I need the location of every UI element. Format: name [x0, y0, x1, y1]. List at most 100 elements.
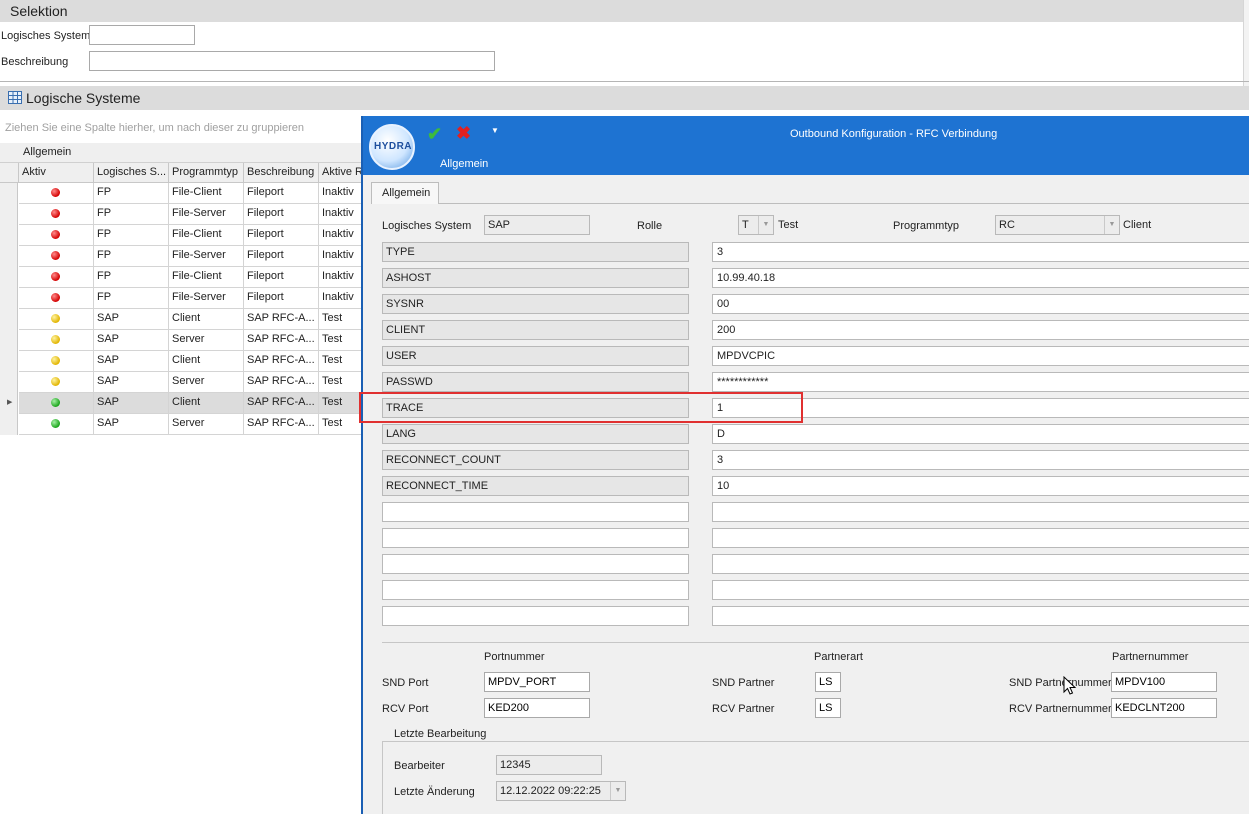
cell-logical-system[interactable]: SAP [94, 351, 169, 372]
tab-allgemein[interactable]: Allgemein [371, 182, 439, 204]
cell-status[interactable] [19, 414, 94, 435]
cell-logical-system[interactable]: FP [94, 183, 169, 204]
cell-active-role[interactable]: Inaktiv [319, 183, 362, 204]
param-name-field[interactable] [382, 528, 689, 548]
cell-active-role[interactable]: Test [319, 393, 362, 414]
cell-description[interactable]: SAP RFC-A... [244, 393, 319, 414]
row-indicator[interactable]: ▶ [0, 393, 18, 414]
cell-active-role[interactable]: Inaktiv [319, 267, 362, 288]
column-header-aktiv[interactable]: Aktiv [19, 163, 94, 183]
cell-status[interactable] [19, 225, 94, 246]
program-type-combo[interactable]: RC ▼ [995, 215, 1120, 235]
cell-program-type[interactable]: File-Client [169, 225, 244, 246]
param-value-field[interactable]: ************ [712, 372, 1249, 392]
checkmark-icon[interactable]: ✔ [427, 124, 442, 145]
cell-program-type[interactable]: File-Client [169, 183, 244, 204]
cell-active-role[interactable]: Test [319, 351, 362, 372]
cell-program-type[interactable]: Client [169, 351, 244, 372]
cell-logical-system[interactable]: SAP [94, 309, 169, 330]
cell-description[interactable]: SAP RFC-A... [244, 372, 319, 393]
selection-scrollbar[interactable] [1243, 0, 1249, 86]
param-name-field[interactable] [382, 606, 689, 626]
row-indicator[interactable] [0, 267, 18, 288]
chevron-down-icon[interactable]: ▼ [610, 782, 625, 800]
cell-program-type[interactable]: Server [169, 330, 244, 351]
param-value-field[interactable]: 10 [712, 476, 1249, 496]
column-header-description[interactable]: Beschreibung [244, 163, 319, 183]
cell-description[interactable]: Fileport [244, 183, 319, 204]
cell-status[interactable] [19, 330, 94, 351]
cell-program-type[interactable]: File-Client [169, 267, 244, 288]
cell-logical-system[interactable]: FP [94, 204, 169, 225]
chevron-down-icon[interactable]: ▼ [1104, 216, 1119, 234]
cell-program-type[interactable]: File-Server [169, 204, 244, 225]
snd-partner-input[interactable] [815, 672, 841, 692]
param-value-field[interactable]: 10.99.40.18 [712, 268, 1249, 288]
param-value-field[interactable]: 200 [712, 320, 1249, 340]
cell-logical-system[interactable]: FP [94, 267, 169, 288]
cell-logical-system[interactable]: FP [94, 246, 169, 267]
row-indicator[interactable] [0, 351, 18, 372]
cancel-x-icon[interactable]: ✖ [456, 123, 471, 144]
cell-program-type[interactable]: Client [169, 393, 244, 414]
row-indicator[interactable] [0, 309, 18, 330]
cell-active-role[interactable]: Inaktiv [319, 246, 362, 267]
param-name-field[interactable]: RECONNECT_COUNT [382, 450, 689, 470]
param-value-field[interactable] [712, 580, 1249, 600]
cell-status[interactable] [19, 309, 94, 330]
cell-status[interactable] [19, 288, 94, 309]
param-value-field[interactable]: 3 [712, 242, 1249, 262]
cell-description[interactable]: SAP RFC-A... [244, 414, 319, 435]
cell-status[interactable] [19, 393, 94, 414]
param-value-field[interactable] [712, 606, 1249, 626]
cell-status[interactable] [19, 267, 94, 288]
row-indicator[interactable] [0, 330, 18, 351]
column-header-logical-system[interactable]: Logisches S... [94, 163, 169, 183]
param-name-field[interactable]: ASHOST [382, 268, 689, 288]
cell-active-role[interactable]: Test [319, 372, 362, 393]
cell-description[interactable]: Fileport [244, 225, 319, 246]
cell-logical-system[interactable]: SAP [94, 393, 169, 414]
editor-field[interactable]: 12345 [496, 755, 602, 775]
param-name-field[interactable] [382, 580, 689, 600]
cell-description[interactable]: SAP RFC-A... [244, 309, 319, 330]
cell-active-role[interactable]: Test [319, 309, 362, 330]
last-change-field[interactable]: 12.12.2022 09:22:25 ▼ [496, 781, 626, 801]
param-name-field[interactable]: LANG [382, 424, 689, 444]
cell-logical-system[interactable]: SAP [94, 372, 169, 393]
param-name-field[interactable]: CLIENT [382, 320, 689, 340]
param-name-field[interactable]: PASSWD [382, 372, 689, 392]
param-name-field[interactable]: USER [382, 346, 689, 366]
row-indicator[interactable] [0, 225, 18, 246]
cell-active-role[interactable]: Inaktiv [319, 225, 362, 246]
cell-active-role[interactable]: Test [319, 414, 362, 435]
rcv-partner-input[interactable] [815, 698, 841, 718]
cell-program-type[interactable]: Server [169, 372, 244, 393]
logical-system-filter-input[interactable] [89, 25, 195, 45]
column-header-program-type[interactable]: Programmtyp [169, 163, 244, 183]
cell-logical-system[interactable]: SAP [94, 330, 169, 351]
group-by-hint[interactable]: Ziehen Sie eine Spalte hierher, um nach … [5, 122, 304, 134]
param-name-field[interactable]: TYPE [382, 242, 689, 262]
snd-port-input[interactable] [484, 672, 590, 692]
cell-program-type[interactable]: File-Server [169, 246, 244, 267]
row-indicator[interactable] [0, 288, 18, 309]
cell-program-type[interactable]: File-Server [169, 288, 244, 309]
cell-description[interactable]: SAP RFC-A... [244, 351, 319, 372]
param-value-field[interactable]: MPDVCPIC [712, 346, 1249, 366]
row-indicator[interactable] [0, 204, 18, 225]
param-name-field[interactable] [382, 502, 689, 522]
cell-logical-system[interactable]: FP [94, 288, 169, 309]
cell-description[interactable]: Fileport [244, 246, 319, 267]
snd-partnernummer-input[interactable] [1111, 672, 1217, 692]
cell-logical-system[interactable]: SAP [94, 414, 169, 435]
param-value-field[interactable]: 00 [712, 294, 1249, 314]
row-indicator[interactable] [0, 414, 18, 435]
rcv-port-input[interactable] [484, 698, 590, 718]
param-value-field[interactable] [712, 528, 1249, 548]
rcv-partnernummer-input[interactable] [1111, 698, 1217, 718]
cell-active-role[interactable]: Inaktiv [319, 204, 362, 225]
cell-program-type[interactable]: Server [169, 414, 244, 435]
description-filter-input[interactable] [89, 51, 495, 71]
cell-description[interactable]: Fileport [244, 204, 319, 225]
